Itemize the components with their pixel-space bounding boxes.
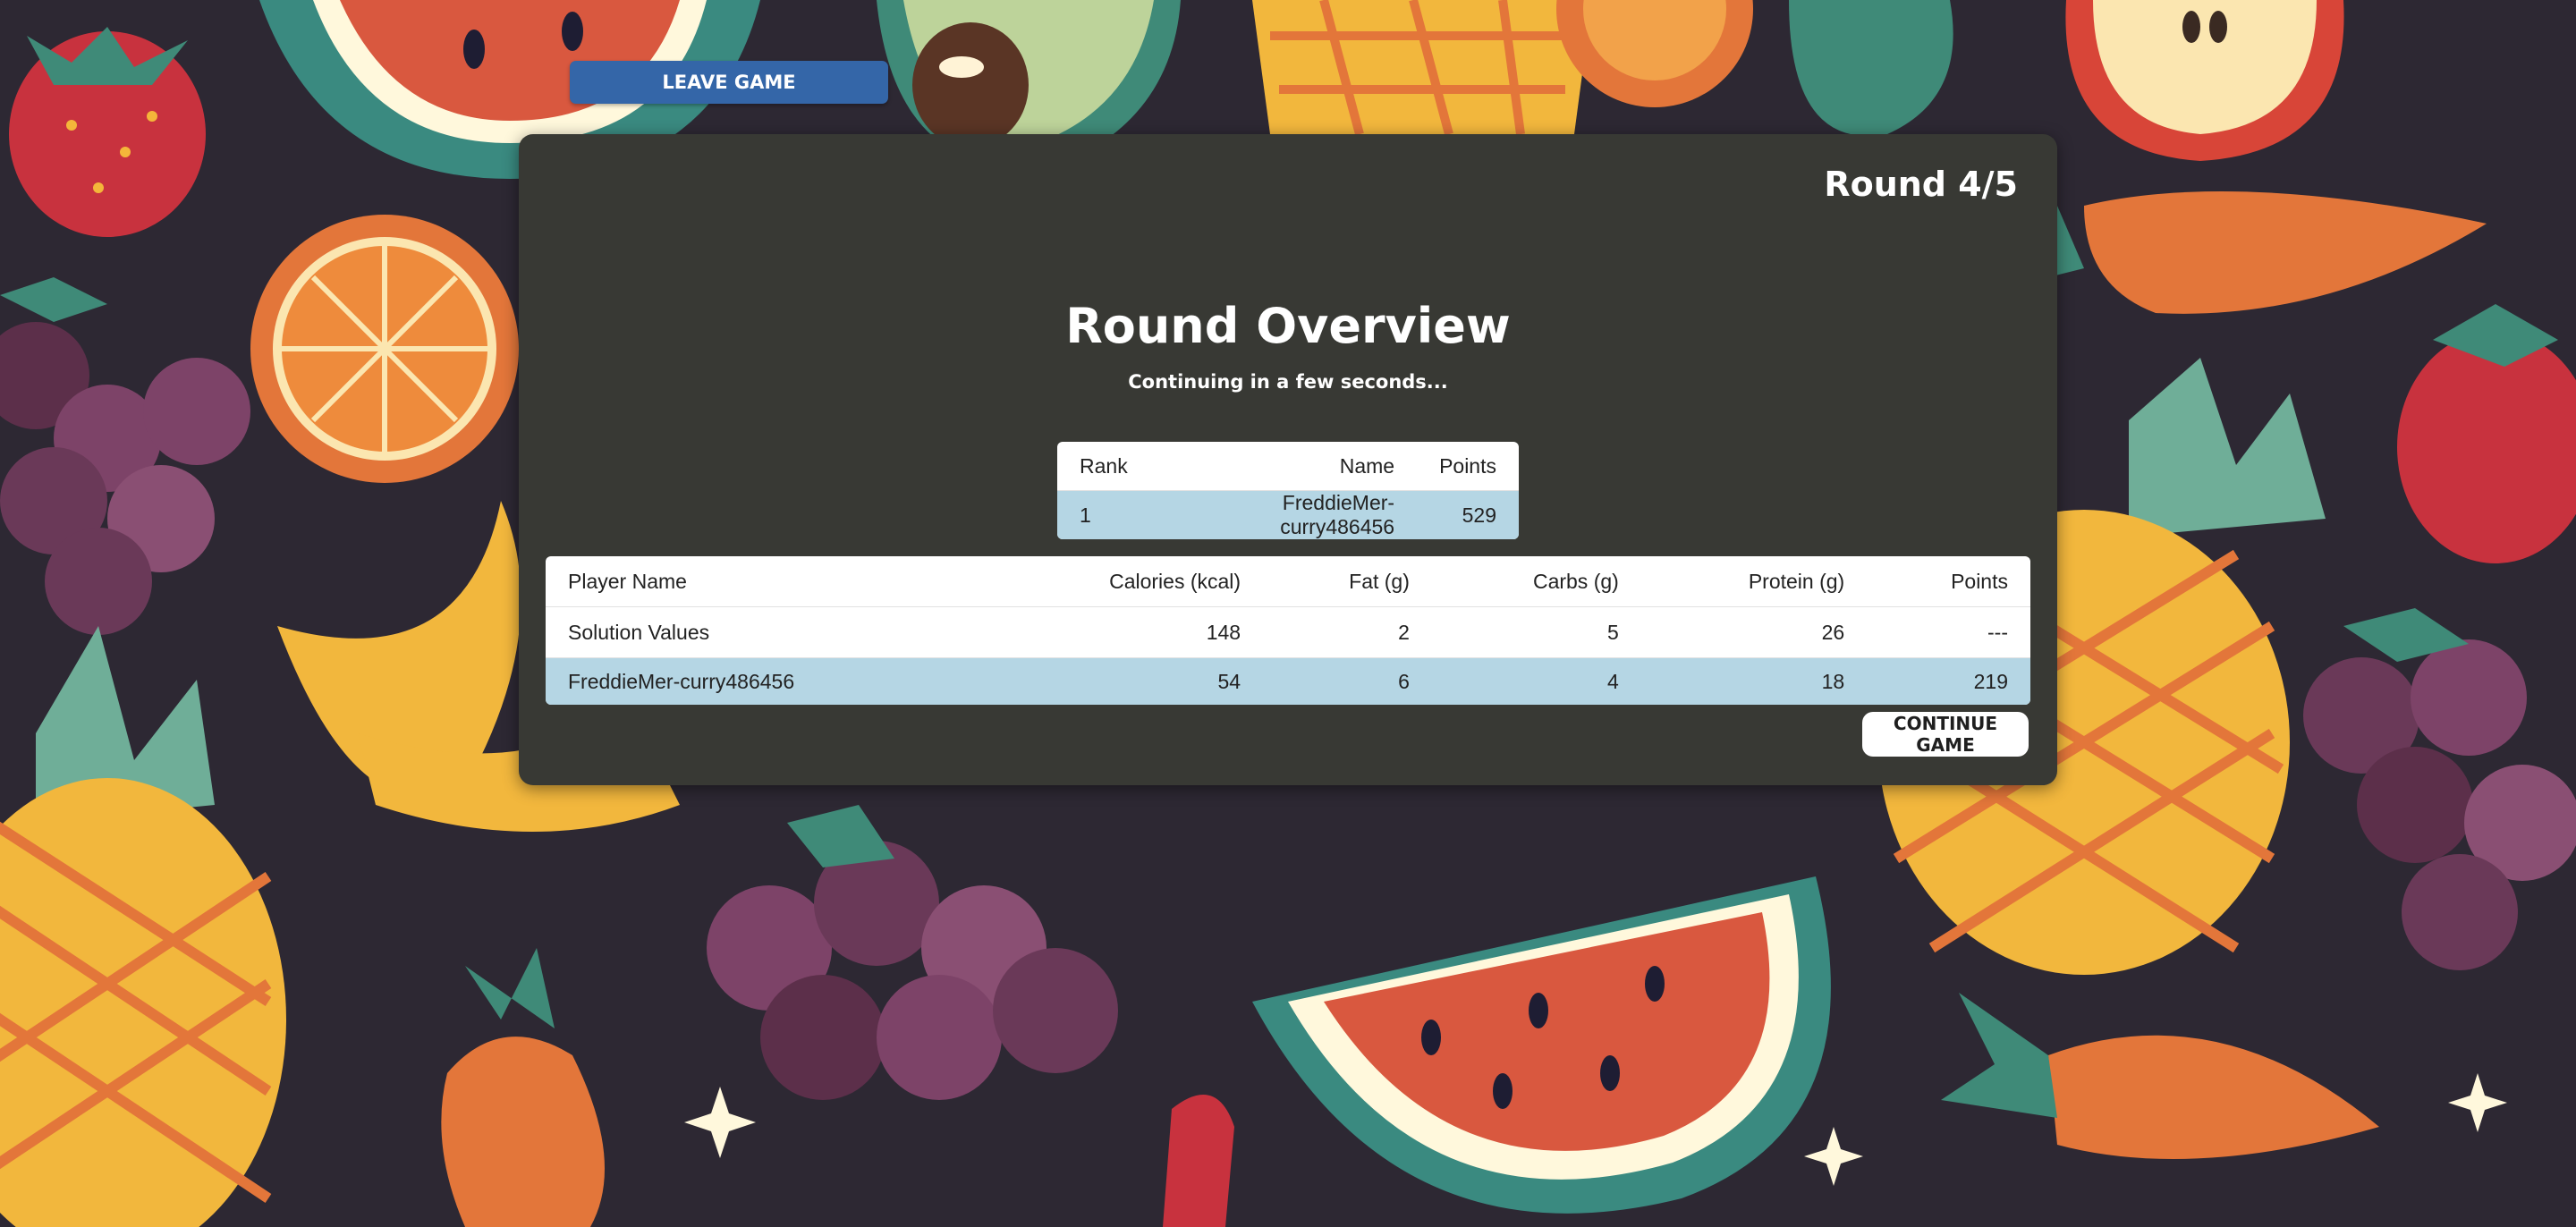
- column-header-fat: Fat (g): [1263, 556, 1432, 607]
- table-header-row: Rank Name Points: [1057, 442, 1519, 491]
- calories-cell: 148: [980, 606, 1264, 658]
- protein-cell: 18: [1640, 657, 1868, 705]
- points-cell: 529: [1417, 490, 1519, 539]
- column-header-player: Player Name: [546, 556, 981, 607]
- player-row: FreddieMer-curry486456 54 6 4 18 219: [546, 657, 2030, 705]
- column-header-carbs: Carbs (g): [1431, 556, 1641, 607]
- leave-game-button[interactable]: LEAVE GAME: [570, 61, 888, 104]
- pineapple-icon: [1252, 0, 1592, 136]
- column-header-protein: Protein (g): [1640, 556, 1868, 607]
- points-cell: ---: [1867, 606, 2030, 658]
- column-header-points: Points: [1867, 556, 2030, 607]
- carbs-cell: 4: [1431, 657, 1641, 705]
- orange-icon: [250, 215, 519, 483]
- round-overview-panel: Round 4/5 Round Overview Continuing in a…: [519, 134, 2057, 785]
- table-row: 1 FreddieMer-curry486456 529: [1057, 490, 1519, 539]
- nutrition-results-table: Player Name Calories (kcal) Fat (g) Carb…: [546, 556, 2030, 705]
- player-name-cell: FreddieMer-curry486456: [1165, 490, 1418, 539]
- leaderboard-table: Rank Name Points 1 FreddieMer-curry48645…: [1057, 442, 1519, 539]
- rank-cell: 1: [1057, 490, 1165, 539]
- protein-cell: 26: [1640, 606, 1868, 658]
- solution-row: Solution Values 148 2 5 26 ---: [546, 606, 2030, 658]
- column-header-points: Points: [1417, 442, 1519, 491]
- calories-cell: 54: [980, 657, 1264, 705]
- page-title: Round Overview: [1065, 298, 1511, 354]
- fat-cell: 2: [1263, 606, 1432, 658]
- fat-cell: 6: [1263, 657, 1432, 705]
- carbs-cell: 5: [1431, 606, 1641, 658]
- column-header-name: Name: [1165, 442, 1418, 491]
- round-indicator: Round 4/5: [1824, 165, 2018, 204]
- points-cell: 219: [1867, 657, 2030, 705]
- continue-game-button[interactable]: CONTINUE GAME: [1862, 712, 2029, 757]
- column-header-rank: Rank: [1057, 442, 1165, 491]
- table-header-row: Player Name Calories (kcal) Fat (g) Carb…: [546, 556, 2030, 607]
- countdown-subtitle: Continuing in a few seconds...: [1128, 371, 1448, 393]
- player-name-cell: Solution Values: [546, 606, 981, 658]
- player-name-cell: FreddieMer-curry486456: [546, 657, 981, 705]
- column-header-calories: Calories (kcal): [980, 556, 1264, 607]
